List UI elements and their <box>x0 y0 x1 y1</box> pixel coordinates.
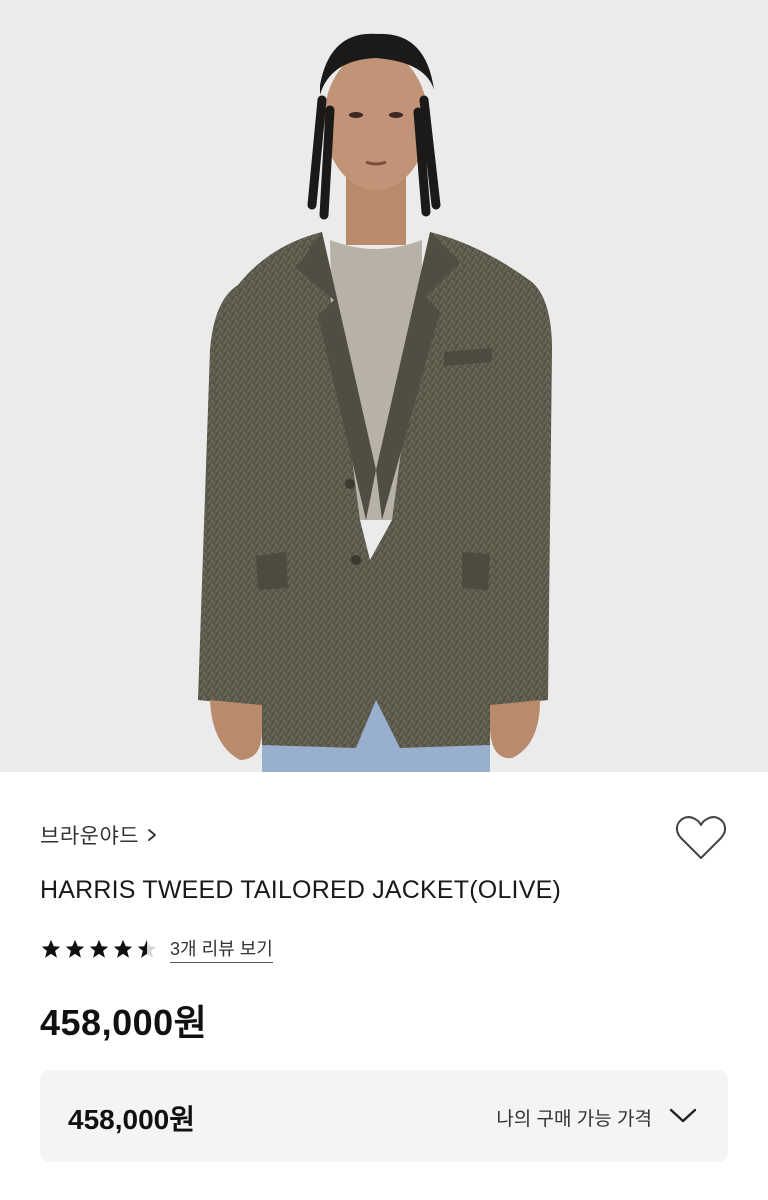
star-icon <box>65 939 85 958</box>
model-wearing-jacket-image <box>198 33 552 772</box>
star-icon <box>89 939 109 958</box>
product-image[interactable] <box>0 0 768 772</box>
purchase-price-label: 나의 구매 가능 가격 <box>496 1109 652 1130</box>
heart-outline-icon <box>675 816 727 859</box>
chevron-down-icon <box>669 1108 697 1123</box>
star-icon <box>41 939 61 958</box>
chevron-right-icon <box>148 829 157 841</box>
review-link[interactable]: 3개 리뷰 보기 <box>170 935 273 963</box>
purchase-price-panel[interactable]: 458,000원 나의 구매 가능 가격 <box>40 1070 728 1162</box>
rating-row: 3개 리뷰 보기 <box>40 934 273 964</box>
brand-link[interactable]: 브라운야드 <box>40 818 159 852</box>
wishlist-button[interactable] <box>672 812 730 864</box>
product-title: HARRIS TWEED TAILORED JACKET(OLIVE) <box>40 876 561 904</box>
purchase-price: 458,000원 <box>68 1104 195 1135</box>
star-rating <box>40 938 160 960</box>
star-icon <box>113 939 133 958</box>
brand-name: 브라운야드 <box>40 825 140 848</box>
product-price: 458,000원 <box>40 1002 208 1043</box>
half-star-icon <box>137 939 157 958</box>
